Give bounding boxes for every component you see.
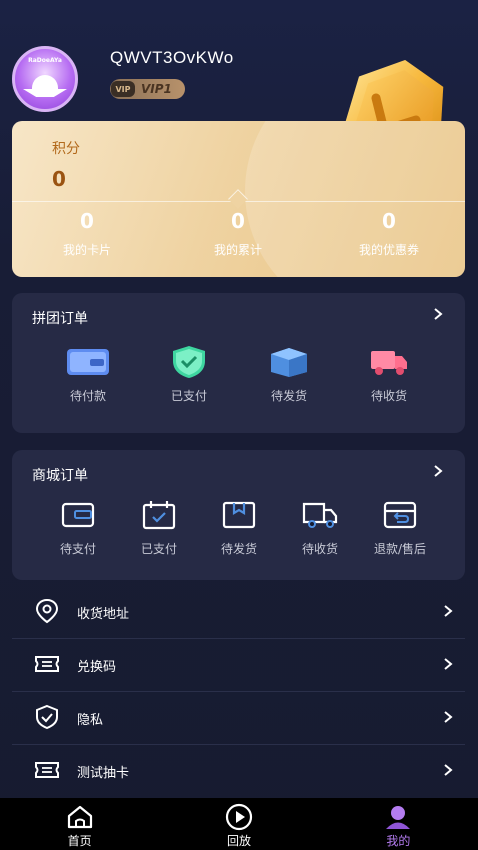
- order-label: 已支付: [140, 542, 177, 556]
- group-orders-card: 拼团订单 待付款 已支付 待发货 待收货: [12, 293, 465, 433]
- stat-value: 0: [231, 209, 245, 233]
- tab-label: 回放: [226, 834, 251, 848]
- chevron-right-icon: [444, 605, 453, 617]
- avatar[interactable]: RaDoeAYa: [12, 46, 78, 112]
- avatar-text: RaDoeAYa: [28, 57, 62, 64]
- chevron-right-icon[interactable]: [431, 464, 445, 478]
- return-box-icon: [378, 498, 422, 532]
- order-refund-after-sale[interactable]: 退款/售后: [364, 498, 436, 557]
- chevron-right-icon: [444, 764, 453, 776]
- mall-orders-card: 商城订单 待支付 已支付 待发货 待收货 退款/售后: [12, 450, 465, 580]
- play-icon: [224, 803, 254, 831]
- tab-mine[interactable]: 我的: [319, 798, 478, 850]
- vip-icon: VIP: [111, 81, 135, 97]
- order-paid[interactable]: 已支付: [123, 498, 195, 557]
- menu-item-redeem-code[interactable]: 兑换码: [12, 639, 465, 692]
- points-card: 积分 0 0 我的卡片 0 我的累计 0 我的优惠券: [12, 121, 465, 277]
- vip-badge: VIP VIP1: [110, 79, 185, 99]
- order-pending-payment[interactable]: 待支付: [42, 498, 114, 557]
- shield-icon: [36, 704, 58, 730]
- order-label: 退款/售后: [373, 542, 427, 556]
- menu-label: 兑换码: [77, 660, 117, 675]
- menu-item-privacy[interactable]: 隐私: [12, 692, 465, 745]
- order-pending-ship[interactable]: 待发货: [253, 345, 325, 404]
- order-label: 已支付: [170, 389, 207, 403]
- ticket-icon: [35, 656, 59, 672]
- wallet-outline-icon: [56, 498, 100, 532]
- menu-item-test-draw[interactable]: 测试抽卡: [12, 745, 465, 798]
- package-outline-icon: [217, 498, 261, 532]
- box-icon: [267, 345, 311, 379]
- stat-value: 0: [382, 209, 396, 233]
- chevron-right-icon: [444, 711, 453, 723]
- stat-my-cards[interactable]: 0 我的卡片: [12, 209, 162, 258]
- truck-outline-icon: [298, 498, 342, 532]
- order-pending-receipt[interactable]: 待收货: [284, 498, 356, 557]
- wallet-card-icon: [66, 345, 110, 379]
- points-value: 0: [52, 167, 66, 191]
- menu-label: 隐私: [77, 713, 104, 728]
- order-label: 待发货: [220, 542, 257, 556]
- order-pending-receipt[interactable]: 待收货: [353, 345, 425, 404]
- order-pending-payment[interactable]: 待付款: [52, 345, 124, 404]
- calendar-check-icon: [137, 498, 181, 532]
- user-icon: [383, 804, 413, 830]
- stat-my-coupons[interactable]: 0 我的优惠券: [314, 209, 464, 258]
- profile-header: RaDoeAYa QWVT3OvKWo VIP VIP1: [0, 0, 478, 169]
- home-icon: [65, 804, 95, 830]
- order-label: 待收货: [301, 542, 338, 556]
- stat-my-total[interactable]: 0 我的累计: [163, 209, 313, 258]
- vip-level: VIP1: [141, 82, 172, 96]
- username: QWVT3OvKWo: [110, 48, 234, 67]
- order-pending-ship[interactable]: 待发货: [203, 498, 275, 557]
- stat-value: 0: [80, 209, 94, 233]
- bottom-tab-bar: 首页 回放 我的: [0, 798, 478, 850]
- menu-label: 收货地址: [77, 607, 130, 622]
- stat-label: 我的优惠券: [358, 243, 419, 257]
- location-icon: [35, 598, 59, 624]
- order-label: 待发货: [270, 389, 307, 403]
- truck-icon: [367, 345, 411, 379]
- order-paid[interactable]: 已支付: [153, 345, 225, 404]
- mall-orders-title: 商城订单: [32, 468, 88, 484]
- ticket-icon: [35, 762, 59, 778]
- shield-check-icon: [167, 345, 211, 379]
- chevron-right-icon[interactable]: [431, 307, 445, 321]
- tab-home[interactable]: 首页: [0, 798, 159, 850]
- tab-label: 首页: [67, 834, 92, 848]
- tab-playback[interactable]: 回放: [159, 798, 318, 850]
- menu-item-address[interactable]: 收货地址: [12, 586, 465, 639]
- order-label: 待付款: [69, 389, 106, 403]
- chevron-right-icon: [444, 658, 453, 670]
- group-orders-title: 拼团订单: [32, 311, 88, 327]
- order-label: 待收货: [370, 389, 407, 403]
- tab-label: 我的: [386, 834, 411, 848]
- points-label: 积分: [52, 141, 80, 157]
- stat-label: 我的累计: [213, 243, 262, 257]
- order-label: 待支付: [59, 542, 96, 556]
- menu-label: 测试抽卡: [77, 766, 130, 781]
- stat-label: 我的卡片: [62, 243, 111, 257]
